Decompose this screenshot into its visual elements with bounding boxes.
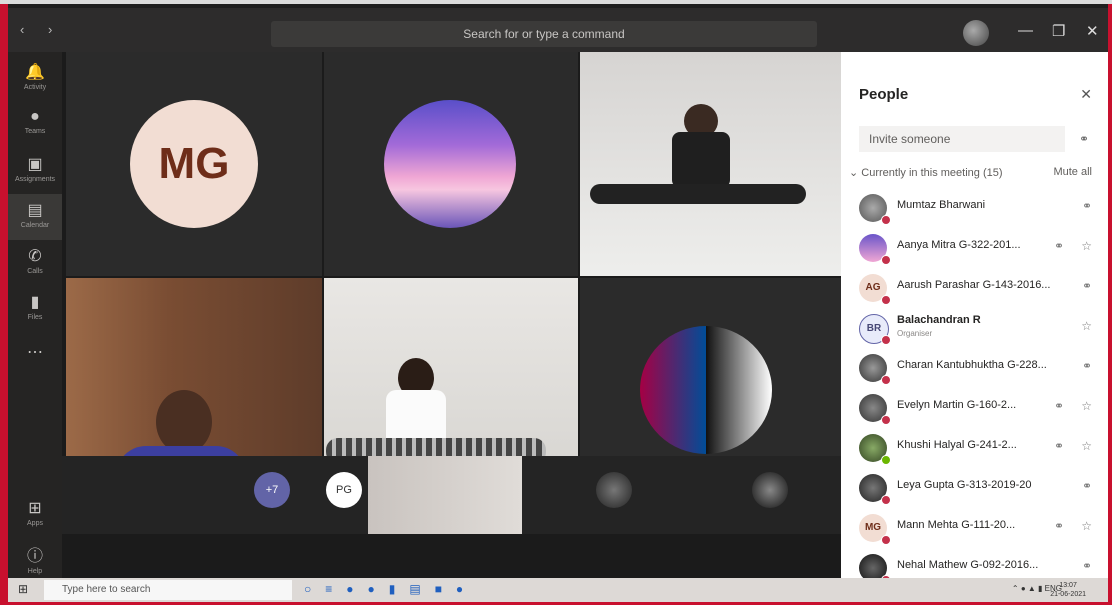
pin-icon[interactable]: ☆	[1081, 519, 1092, 533]
participant-tile-mg[interactable]: MG	[66, 52, 322, 276]
rail-teams[interactable]: ● Teams	[8, 102, 62, 148]
taskbar-app-icons[interactable]: ○≡●●▮▤■●	[304, 582, 477, 596]
participant-tile-sunset[interactable]	[324, 52, 578, 276]
windows-start-icon[interactable]: ⊞	[18, 582, 28, 596]
status-badge	[881, 415, 891, 425]
sunset-avatar	[384, 100, 516, 228]
participant-row[interactable]: MG Mann Mehta G-111-20... ⚭ ☆	[841, 508, 1108, 548]
rail-files[interactable]: ▮ Files	[8, 286, 62, 332]
person-legs	[590, 184, 806, 204]
participant-video-stretching[interactable]	[580, 52, 841, 276]
participant-video-thumbnail[interactable]	[368, 456, 522, 534]
participant-avatar-pg[interactable]: PG	[326, 472, 362, 508]
maximize-icon[interactable]: ❐	[1052, 22, 1065, 40]
mic-muted-icon: ⚭	[1081, 359, 1092, 373]
status-badge	[881, 215, 891, 225]
participant-row[interactable]: Aanya Mitra G-322-201... ⚭ ☆	[841, 228, 1108, 268]
mic-muted-icon: ⚭	[1053, 519, 1064, 533]
status-badge	[881, 335, 891, 345]
rail-help[interactable]: ⓘ Help	[8, 536, 62, 582]
status-badge	[881, 255, 891, 265]
pin-icon[interactable]: ☆	[1081, 239, 1092, 253]
participant-row[interactable]: BR Balachandran R Organiser ☆	[841, 308, 1108, 348]
files-icon: ▮	[30, 294, 40, 311]
participant-avatar-photo[interactable]	[596, 472, 632, 508]
people-panel: People ✕ Invite someone ⚭ ⌄ Currently in…	[841, 52, 1108, 585]
status-badge	[881, 295, 891, 305]
more-participants-badge[interactable]: +7	[254, 472, 290, 508]
phone-icon: ✆	[28, 248, 42, 265]
mic-muted-icon: ⚭	[1081, 279, 1092, 293]
help-icon: ⓘ	[26, 548, 43, 565]
profile-avatar[interactable]	[963, 20, 989, 46]
mic-muted-icon: ⚭	[1081, 559, 1092, 573]
close-icon[interactable]: ✕	[1080, 86, 1092, 103]
rail-calendar[interactable]: ▤ Calendar	[8, 194, 62, 240]
app-rail: 🔔 Activity ● Teams ▣ Assignments ▤ Calendar …	[8, 52, 62, 582]
invite-someone-input[interactable]: Invite someone	[859, 126, 1065, 152]
participant-avatar-photo[interactable]	[752, 472, 788, 508]
chevron-down-icon: ⌄	[849, 167, 859, 179]
status-badge	[881, 375, 891, 385]
rail-assignments[interactable]: ▣ Assignments	[8, 148, 62, 194]
participant-initials-avatar: MG	[130, 100, 258, 228]
participant-row[interactable]: Evelyn Martin G-160-2... ⚭ ☆	[841, 388, 1108, 428]
person-head	[156, 390, 212, 454]
mic-muted-icon: ⚭	[1081, 479, 1092, 493]
mic-muted-icon: ⚭	[1081, 199, 1092, 213]
pin-icon[interactable]: ☆	[1081, 439, 1092, 453]
participants-section-header[interactable]: ⌄ Currently in this meeting (15)	[849, 166, 1003, 179]
overflow-participants-row: +7 PG	[62, 456, 841, 534]
calendar-icon: ▤	[27, 202, 43, 219]
participant-row[interactable]: Khushi Halyal G-241-2... ⚭ ☆	[841, 428, 1108, 468]
minimize-icon[interactable]: —	[1018, 22, 1033, 39]
rail-activity[interactable]: 🔔 Activity	[8, 56, 62, 102]
taskbar-clock[interactable]: 13:07 21-06-2021	[1050, 581, 1086, 599]
apps-icon: ⊞	[28, 500, 42, 517]
assignments-icon: ▣	[27, 156, 43, 173]
status-badge	[881, 455, 891, 465]
footballers-avatar	[640, 326, 772, 454]
mic-muted-icon: ⚭	[1053, 439, 1064, 453]
participant-row[interactable]: Charan Kantubhuktha G-228... ⚭	[841, 348, 1108, 388]
title-bar: ‹ › Search for or type a command — ❐ ✕	[8, 8, 1108, 52]
mic-muted-icon: ⚭	[1053, 399, 1064, 413]
rail-calls[interactable]: ✆ Calls	[8, 240, 62, 286]
panel-title: People	[859, 86, 909, 103]
taskbar-search-input[interactable]: Type here to search	[44, 580, 292, 600]
participant-row[interactable]: Leya Gupta G-313-2019-20 ⚭	[841, 468, 1108, 508]
mic-muted-icon: ⚭	[1053, 239, 1064, 253]
bell-icon: 🔔	[25, 64, 45, 81]
tray-icons: ⌃ ● ▲ ▮	[1011, 584, 1045, 593]
command-search-input[interactable]: Search for or type a command	[271, 21, 817, 47]
close-icon[interactable]: ✕	[1086, 22, 1099, 40]
rail-more[interactable]: ⋯	[8, 336, 62, 382]
participant-row[interactable]: AG Aarush Parashar G-143-2016... ⚭	[841, 268, 1108, 308]
teams-icon: ●	[30, 108, 40, 125]
rail-apps[interactable]: ⊞ Apps	[8, 492, 62, 538]
pin-icon[interactable]: ☆	[1081, 319, 1092, 333]
more-icon: ⋯	[27, 344, 43, 361]
share-invite-icon[interactable]: ⚭	[1079, 132, 1089, 146]
participant-row[interactable]: Mumtaz Bharwani ⚭	[841, 188, 1108, 228]
teams-window: ‹ › Search for or type a command — ❐ ✕ 🔔…	[8, 4, 1108, 602]
person-torso	[672, 132, 730, 188]
pin-icon[interactable]: ☆	[1081, 399, 1092, 413]
status-badge	[881, 495, 891, 505]
mute-all-button[interactable]: Mute all	[1053, 166, 1092, 178]
status-badge	[881, 535, 891, 545]
windows-taskbar: ⊞ Type here to search ○≡●●▮▤■● ⌃ ● ▲ ▮ E…	[8, 578, 1108, 602]
back-forward-arrows[interactable]: ‹ ›	[20, 22, 62, 37]
